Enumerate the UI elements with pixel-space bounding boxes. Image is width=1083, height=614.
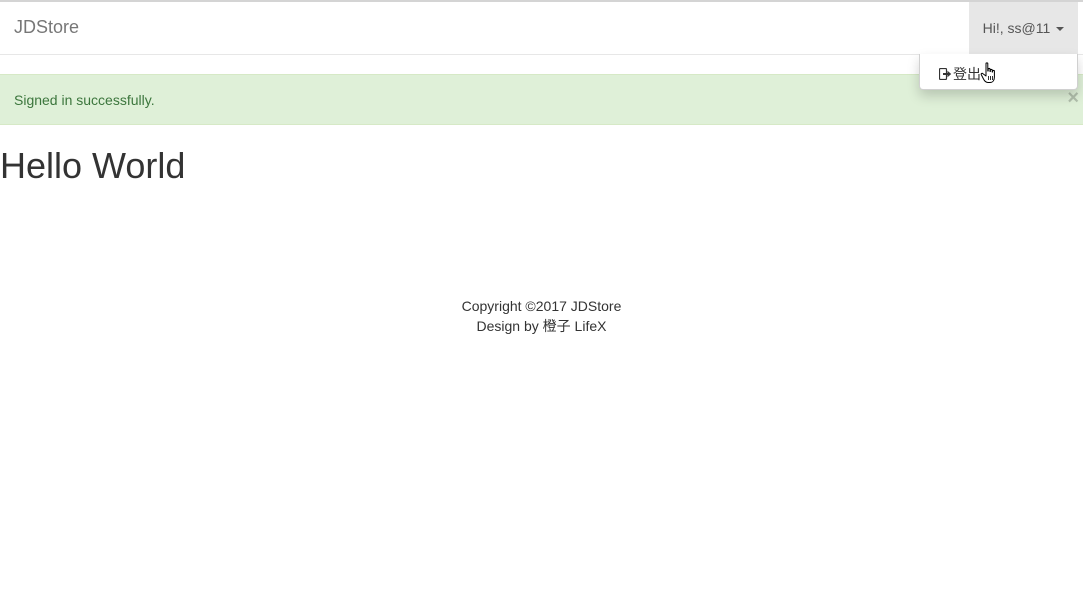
logout-icon — [939, 68, 952, 80]
alert-message: Signed in successfully. — [14, 92, 155, 108]
hand-cursor-icon — [980, 62, 995, 83]
close-icon[interactable]: × — [1067, 88, 1079, 108]
navbar: JDStore Hi!, ss@11 — [0, 0, 1083, 55]
logout-menu-item[interactable]: 登出 — [939, 64, 981, 84]
user-greeting: Hi!, ss@11 — [982, 20, 1051, 36]
footer: Copyright ©2017 JDStore Design by 橙子 Lif… — [0, 296, 1083, 336]
logout-label: 登出 — [953, 66, 981, 82]
page-title: Hello World — [0, 145, 186, 186]
footer-credit: Design by 橙子 LifeX — [476, 318, 607, 334]
caret-down-icon — [1056, 27, 1065, 32]
brand-link[interactable]: JDStore — [14, 17, 79, 38]
footer-copyright: Copyright ©2017 JDStore — [461, 298, 622, 314]
user-menu-toggle[interactable]: Hi!, ss@11 — [969, 2, 1078, 54]
user-dropdown-menu: 登出 — [919, 54, 1078, 90]
